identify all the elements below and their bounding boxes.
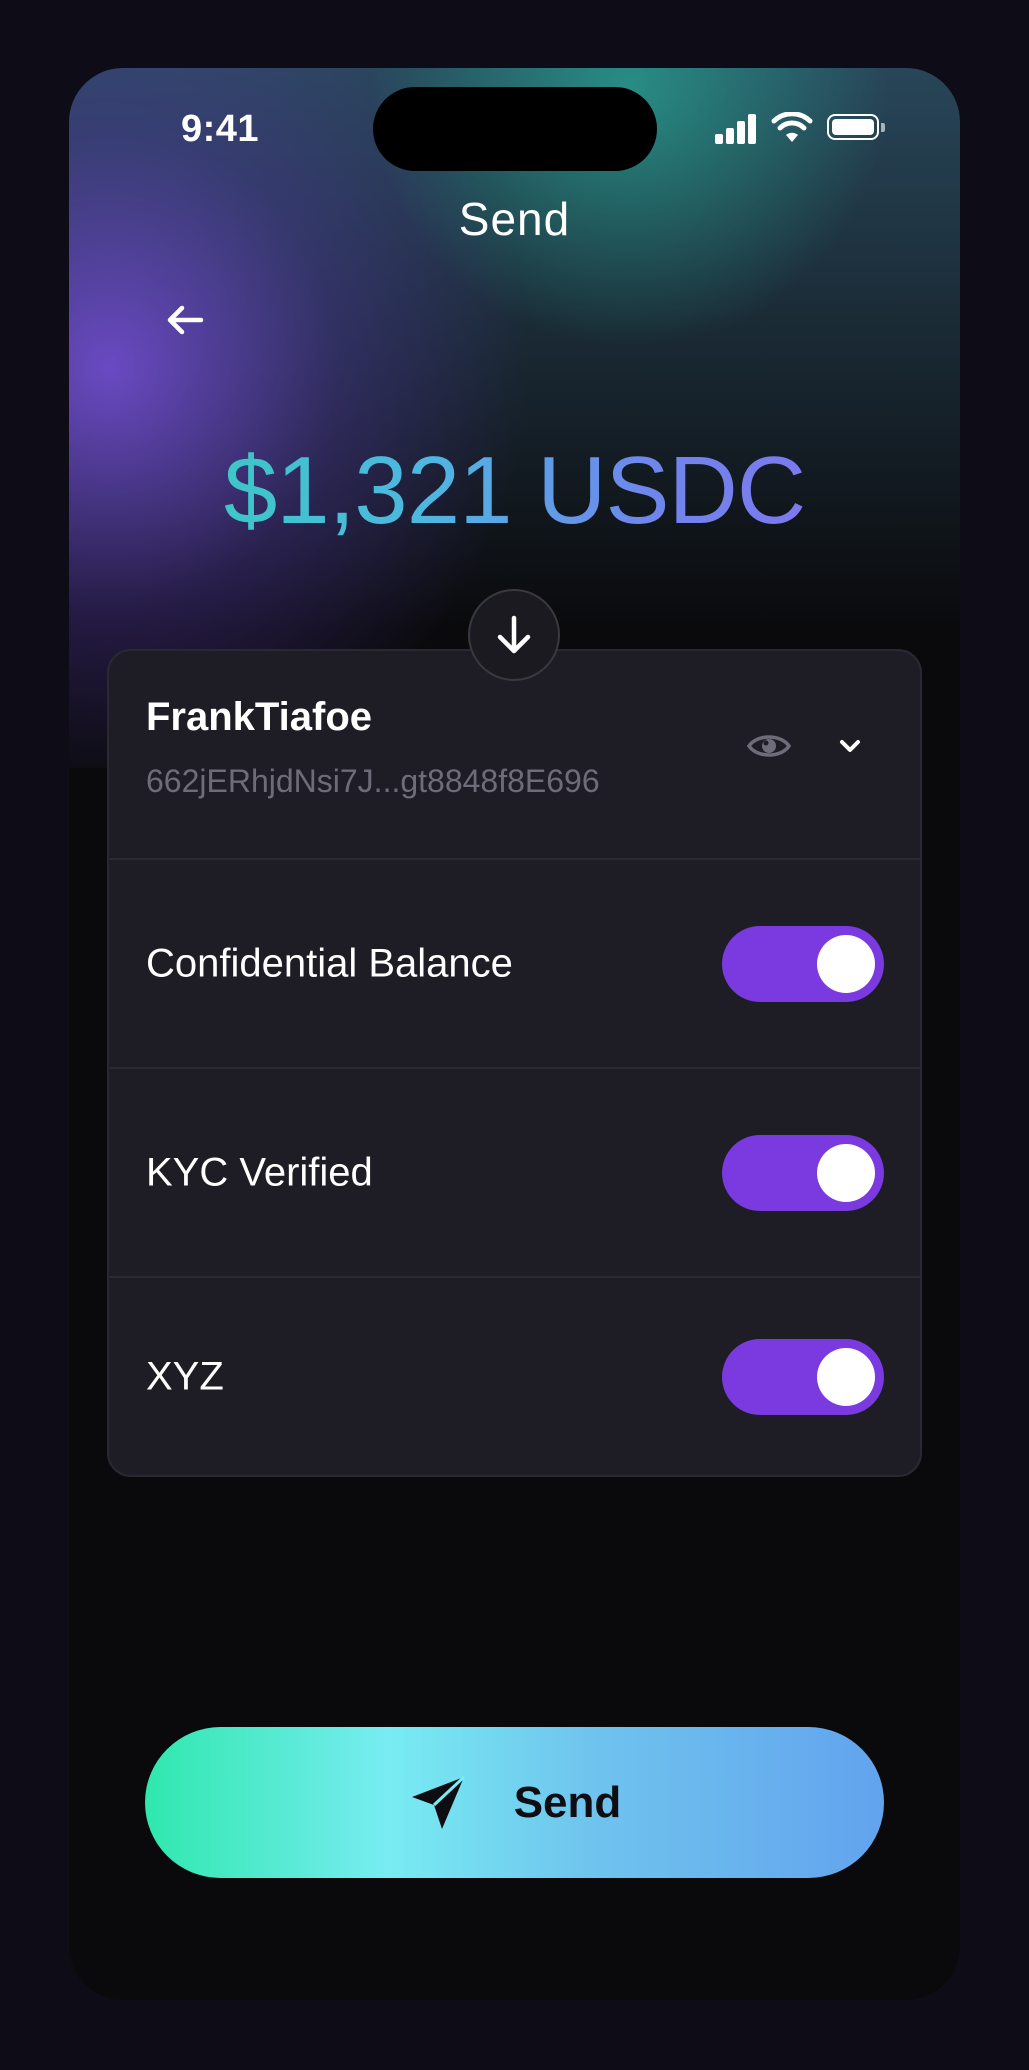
battery-icon — [827, 114, 885, 140]
back-arrow-icon — [167, 305, 204, 335]
eye-icon[interactable] — [747, 731, 791, 761]
kyc-verified-toggle[interactable] — [722, 1134, 884, 1211]
option-label: KYC Verified — [146, 1150, 373, 1194]
send-amount: $1,321 USDC — [69, 436, 960, 546]
page-title: Send — [458, 193, 571, 245]
recipient-name: FrankTiafoe — [146, 695, 372, 739]
option-row-confidential-balance: Confidential Balance — [109, 860, 920, 1069]
phone-screen: 9:41 Send $1,321 USDC FrankTiafoe 662jER… — [69, 68, 960, 2000]
signal-icon — [715, 112, 757, 144]
recipient-row[interactable]: FrankTiafoe 662jERhjdNsi7J...gt8848f8E69… — [109, 651, 920, 860]
send-button-label: Send — [513, 1777, 622, 1827]
xyz-toggle[interactable] — [722, 1338, 884, 1415]
option-label: Confidential Balance — [146, 941, 513, 985]
recipient-address: 662jERhjdNsi7J...gt8848f8E696 — [146, 763, 600, 799]
wifi-icon — [771, 112, 813, 142]
back-button[interactable] — [149, 284, 221, 356]
paper-plane-icon — [411, 1775, 465, 1829]
direction-button[interactable] — [468, 589, 560, 681]
option-row-kyc-verified: KYC Verified — [109, 1069, 920, 1278]
option-label: XYZ — [146, 1354, 224, 1398]
confidential-balance-toggle[interactable] — [722, 925, 884, 1002]
chevron-down-icon[interactable] — [837, 733, 863, 759]
dynamic-island — [373, 87, 657, 171]
status-time: 9:41 — [181, 108, 260, 150]
option-row-xyz: XYZ — [109, 1278, 920, 1475]
arrow-down-icon — [497, 615, 531, 654]
send-details-card: FrankTiafoe 662jERhjdNsi7J...gt8848f8E69… — [107, 649, 922, 1477]
send-button[interactable]: Send — [145, 1727, 884, 1878]
